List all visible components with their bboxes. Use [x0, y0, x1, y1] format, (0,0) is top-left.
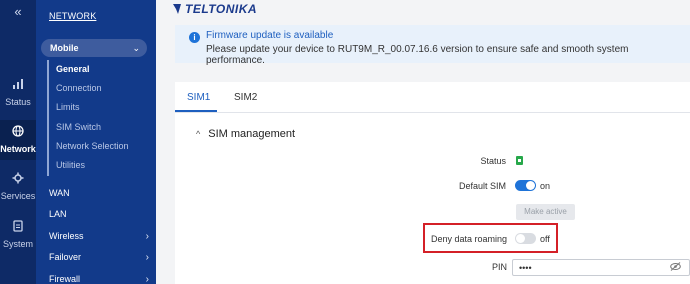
- rail-item-status[interactable]: Status: [0, 78, 36, 107]
- globe-icon: [0, 125, 36, 141]
- pin-field[interactable]: [512, 259, 690, 276]
- rail-item-network[interactable]: Network: [0, 120, 36, 160]
- rail-item-label: System: [2, 239, 33, 249]
- chevron-down-icon: ⌄: [132, 43, 140, 53]
- pin-label: PIN: [491, 262, 507, 272]
- chevron-up-icon: ^: [196, 129, 201, 139]
- tab-divider: [175, 112, 690, 113]
- chevron-right-icon: ›: [145, 231, 149, 242]
- submenu-item-utilities[interactable]: Utilities: [56, 160, 85, 170]
- submenu-item-connection[interactable]: Connection: [56, 83, 102, 93]
- gear-icon: [0, 172, 36, 188]
- tab-sim1[interactable]: SIM1: [187, 92, 210, 103]
- logo-text: TELTONIKA: [185, 2, 258, 16]
- rail-item-label: Status: [5, 97, 31, 107]
- menu-item-wireless[interactable]: Wireless ›: [49, 231, 149, 242]
- collapse-icon[interactable]: «: [0, 4, 36, 19]
- section-header[interactable]: ^ SIM management: [196, 128, 295, 140]
- rail-item-label: Network: [0, 144, 36, 154]
- section-title: SIM management: [208, 128, 296, 140]
- logo-mark-icon: [173, 4, 181, 14]
- submenu-item-network-selection[interactable]: Network Selection: [56, 141, 129, 151]
- alert-message: Please update your device to RUT9M_R_00.…: [206, 44, 629, 66]
- status-label: Status: [480, 156, 506, 166]
- default-sim-toggle[interactable]: [515, 180, 536, 191]
- alert-title: Firmware update is available: [206, 30, 334, 41]
- submenu-indicator: [47, 60, 49, 176]
- rail-item-services[interactable]: Services: [0, 172, 36, 201]
- submenu-item-limits[interactable]: Limits: [56, 102, 80, 112]
- menu-item-label: Wireless: [49, 231, 84, 241]
- sim-status-icon: [516, 156, 523, 165]
- submenu-item-sim-switch[interactable]: SIM Switch: [56, 122, 101, 132]
- rail-item-system[interactable]: System: [0, 220, 36, 249]
- rail-item-label: Services: [0, 191, 36, 201]
- sim-card: SIM1 SIM2 ^ SIM management Status Default…: [175, 82, 690, 284]
- default-sim-state: on: [540, 181, 551, 191]
- menu-item-failover[interactable]: Failover ›: [49, 252, 149, 263]
- info-icon: i: [189, 32, 200, 43]
- default-sim-label: Default SIM: [458, 181, 506, 191]
- submenu-item-general[interactable]: General: [56, 64, 90, 74]
- menu-item-firewall[interactable]: Firewall ›: [49, 274, 149, 284]
- menu-group-mobile[interactable]: Mobile ⌄: [41, 39, 147, 57]
- chevron-right-icon: ›: [145, 252, 149, 263]
- icon-rail: « Status Network Services System: [0, 0, 36, 284]
- make-active-button[interactable]: Make active: [516, 204, 575, 220]
- menu-item-label: Failover: [49, 252, 82, 262]
- bars-icon: [0, 78, 36, 94]
- menu-item-label: LAN: [49, 209, 67, 219]
- chevron-right-icon: ›: [145, 274, 149, 284]
- menu-item-wan[interactable]: WAN: [49, 188, 149, 198]
- brand-logo[interactable]: TELTONIKA: [172, 2, 257, 16]
- pin-input[interactable]: [519, 261, 659, 274]
- network-menu: NETWORK Mobile ⌄ General Connection Limi…: [36, 0, 156, 284]
- toggle-knob: [526, 181, 535, 190]
- highlight-box: [423, 223, 558, 253]
- menu-item-label: Firewall: [49, 274, 81, 284]
- firmware-alert: i Firmware update is available Please up…: [175, 25, 690, 66]
- menu-item-lan[interactable]: LAN: [49, 209, 149, 219]
- menu-group-label: Mobile: [50, 43, 79, 53]
- file-icon: [0, 220, 36, 236]
- menu-title: NETWORK: [49, 11, 97, 21]
- eye-slash-icon[interactable]: [670, 262, 681, 273]
- tab-sim2[interactable]: SIM2: [234, 92, 257, 103]
- menu-item-label: WAN: [49, 188, 70, 198]
